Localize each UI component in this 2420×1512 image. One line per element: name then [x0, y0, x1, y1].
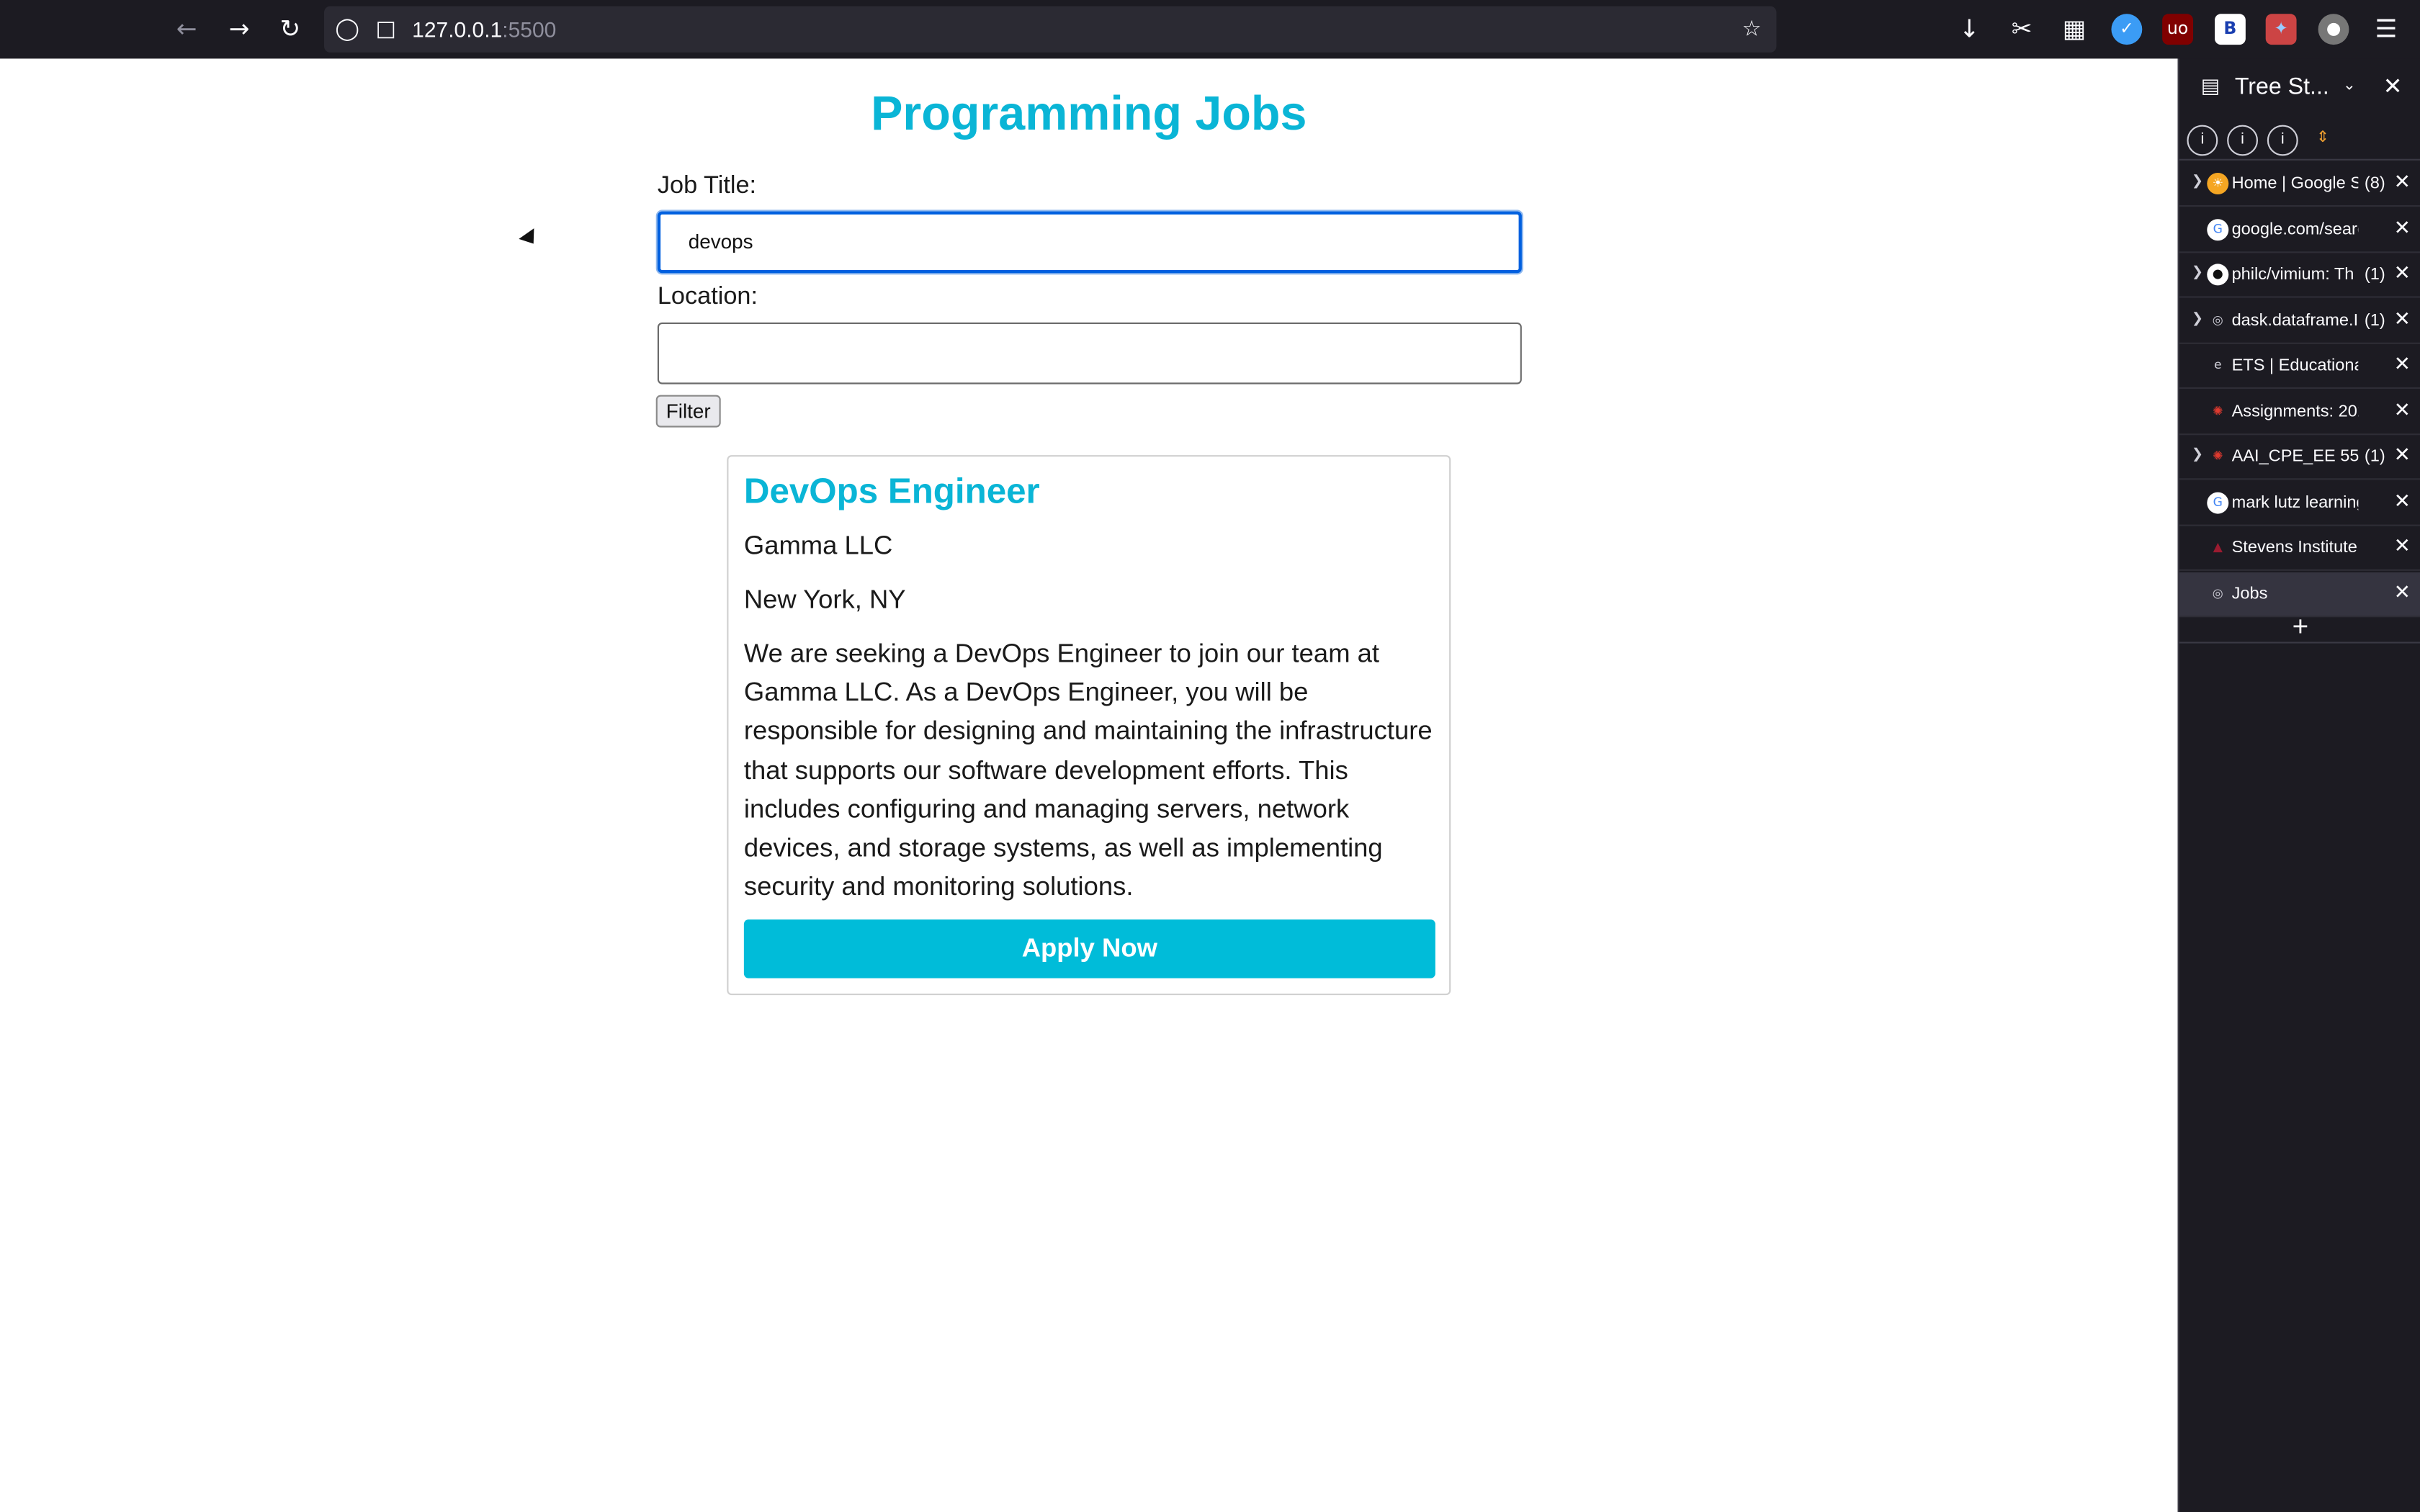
chevron-down-icon[interactable]: ⌄	[2343, 77, 2356, 94]
job-title-label: Job Title:	[657, 173, 757, 199]
apply-now-button[interactable]: Apply Now	[743, 919, 1435, 978]
canvas-icon: ✺	[2213, 403, 2223, 418]
tab-label: ETS | Educational R	[2231, 356, 2359, 375]
close-sidebar-icon[interactable]: ✕	[2383, 73, 2403, 101]
info-icon[interactable]: i	[2227, 125, 2258, 156]
tab-label: Home | Google S	[2231, 174, 2359, 193]
page-icon[interactable]: □	[367, 11, 404, 48]
home-icon: ☀	[2207, 173, 2229, 194]
extension-feather-icon[interactable]: ✓	[2111, 14, 2143, 45]
tab-count: (1)	[2364, 265, 2385, 284]
sidebar-tab[interactable]: ▲ Stevens Institute of ✕	[2179, 526, 2420, 571]
extension-b-icon[interactable]: B	[2215, 14, 2246, 45]
download-icon[interactable]: ↓	[1951, 11, 1988, 48]
page-title: Programming Jobs	[871, 86, 1307, 140]
close-tab-icon[interactable]: ✕	[2394, 490, 2411, 513]
reload-icon[interactable]: ↻	[272, 11, 308, 48]
extension-b-badge: B	[2223, 18, 2237, 39]
google-icon: G	[2207, 491, 2229, 513]
sidebar-tab[interactable]: ❯ ✺ AAI_CPE_EE 551 (1) ✕	[2179, 435, 2420, 480]
tree-style-tab-sidebar: ▤ Tree St... ⌄ ✕ i i i ⇕ ❯ ☀ Home | Google…	[2177, 58, 2420, 1512]
sort-icon[interactable]: ⇕	[2308, 125, 2339, 156]
tab-label: mark lutz learning p	[2231, 492, 2359, 512]
ublock-icon[interactable]: uo	[2162, 14, 2193, 45]
browser-toolbar: ← → ↻ ◯ □ 127.0.0.1:5500 ☆ ↓ ✂ ▦ ✓ uo B …	[0, 0, 2420, 59]
sidebar-tab[interactable]: ❯ ☀ Home | Google S (8) ✕	[2179, 162, 2420, 207]
globe-icon: ◎	[2212, 312, 2223, 327]
tab-label: AAI_CPE_EE 551	[2231, 447, 2359, 467]
tab-count: (8)	[2364, 174, 2385, 193]
close-tab-icon[interactable]: ✕	[2394, 354, 2411, 377]
sidebar-tab[interactable]: ❯ ● philc/vimium: Th (1) ✕	[2179, 253, 2420, 298]
google-icon: G	[2207, 218, 2229, 240]
ets-icon: e	[2213, 358, 2222, 372]
url-bar[interactable]: ◯ □ 127.0.0.1:5500 ☆	[324, 6, 1777, 53]
job-title-input[interactable]: devops	[657, 211, 1522, 274]
location-label: Location:	[657, 284, 758, 310]
sidebar-toggle-icon[interactable]: ▦	[2056, 11, 2092, 48]
tab-label: Assignments: 2023	[2231, 402, 2359, 420]
shield-icon[interactable]: ◯	[328, 11, 365, 48]
stevens-icon: ▲	[2213, 540, 2223, 554]
menu-icon[interactable]: ☰	[2367, 11, 2404, 48]
url-host: 127.0.0.1	[412, 17, 503, 42]
job-card: DevOps Engineer Gamma LLC New York, NY W…	[727, 455, 1451, 996]
tab-label: google.com/search?	[2231, 220, 2359, 239]
tab-label: Jobs	[2231, 584, 2268, 603]
canvas-icon: ✺	[2213, 449, 2223, 463]
sidebar-tab[interactable]: Gmark lutz learning p ✕	[2179, 481, 2420, 526]
github-icon: ●	[2207, 264, 2229, 286]
sidebar-header: ▤ Tree St... ⌄ ✕	[2179, 58, 2420, 117]
extension-circle-icon[interactable]: ●	[2318, 14, 2349, 45]
job-description: We are seeking a DevOps Engineer to join…	[743, 639, 1433, 901]
close-tab-icon[interactable]: ✕	[2394, 308, 2411, 331]
new-tab-button[interactable]: +	[2179, 609, 2420, 644]
sidebar-panel-icon: ▤	[2200, 76, 2220, 99]
job-location: New York, NY	[743, 585, 906, 614]
close-tab-icon[interactable]: ✕	[2394, 399, 2411, 422]
forward-icon[interactable]: →	[220, 11, 257, 48]
twisty-icon[interactable]: ❯	[2192, 174, 2203, 189]
info-icon[interactable]: i	[2187, 125, 2218, 156]
twisty-icon[interactable]: ❯	[2192, 311, 2203, 326]
sidebar-tab[interactable]: e ETS | Educational R ✕	[2179, 344, 2420, 389]
close-tab-icon[interactable]: ✕	[2394, 444, 2411, 467]
globe-icon: ◎	[2212, 585, 2223, 600]
job-company: Gamma LLC	[743, 531, 893, 560]
tab-count: (1)	[2364, 310, 2385, 330]
close-tab-icon[interactable]: ✕	[2394, 171, 2411, 194]
tab-count: (1)	[2364, 447, 2385, 467]
bookmark-star-icon[interactable]: ☆	[1733, 11, 1770, 48]
screenshot-icon[interactable]: ✂	[2003, 11, 2040, 48]
sidebar-tab[interactable]: ❯ ◎ dask.dataframe.I (1) ✕	[2179, 299, 2420, 343]
job-title: DevOps Engineer	[743, 470, 1040, 511]
close-tab-icon[interactable]: ✕	[2394, 581, 2411, 604]
info-icon[interactable]: i	[2267, 125, 2298, 156]
sidebar-title[interactable]: Tree St...	[2235, 74, 2329, 100]
tab-label: dask.dataframe.I	[2231, 310, 2359, 330]
sidebar-tab[interactable]: ✺ Assignments: 2023 ✕	[2179, 390, 2420, 435]
twisty-icon[interactable]: ❯	[2192, 447, 2203, 462]
url-port: :5500	[502, 17, 557, 42]
close-tab-icon[interactable]: ✕	[2394, 536, 2411, 559]
close-tab-icon[interactable]: ✕	[2394, 262, 2411, 285]
close-tab-icon[interactable]: ✕	[2394, 217, 2411, 240]
extension-translate-icon[interactable]: ✦	[2265, 14, 2297, 45]
tab-label: philc/vimium: Th	[2231, 265, 2354, 284]
ublock-badge: uo	[2166, 18, 2189, 39]
sidebar-tab[interactable]: Ggoogle.com/search? ✕	[2179, 207, 2420, 253]
location-input[interactable]	[657, 322, 1522, 384]
mouse-cursor-icon	[519, 228, 542, 249]
tab-label: Stevens Institute of	[2231, 538, 2359, 557]
url-text[interactable]: 127.0.0.1:5500	[412, 17, 556, 42]
filter-button[interactable]: Filter	[655, 395, 721, 428]
back-icon[interactable]: ←	[169, 11, 205, 48]
sidebar-toolbar: i i i ⇕	[2179, 120, 2420, 161]
page-content: Programming Jobs Job Title: devops Locat…	[0, 58, 2178, 1512]
twisty-icon[interactable]: ❯	[2192, 266, 2203, 281]
